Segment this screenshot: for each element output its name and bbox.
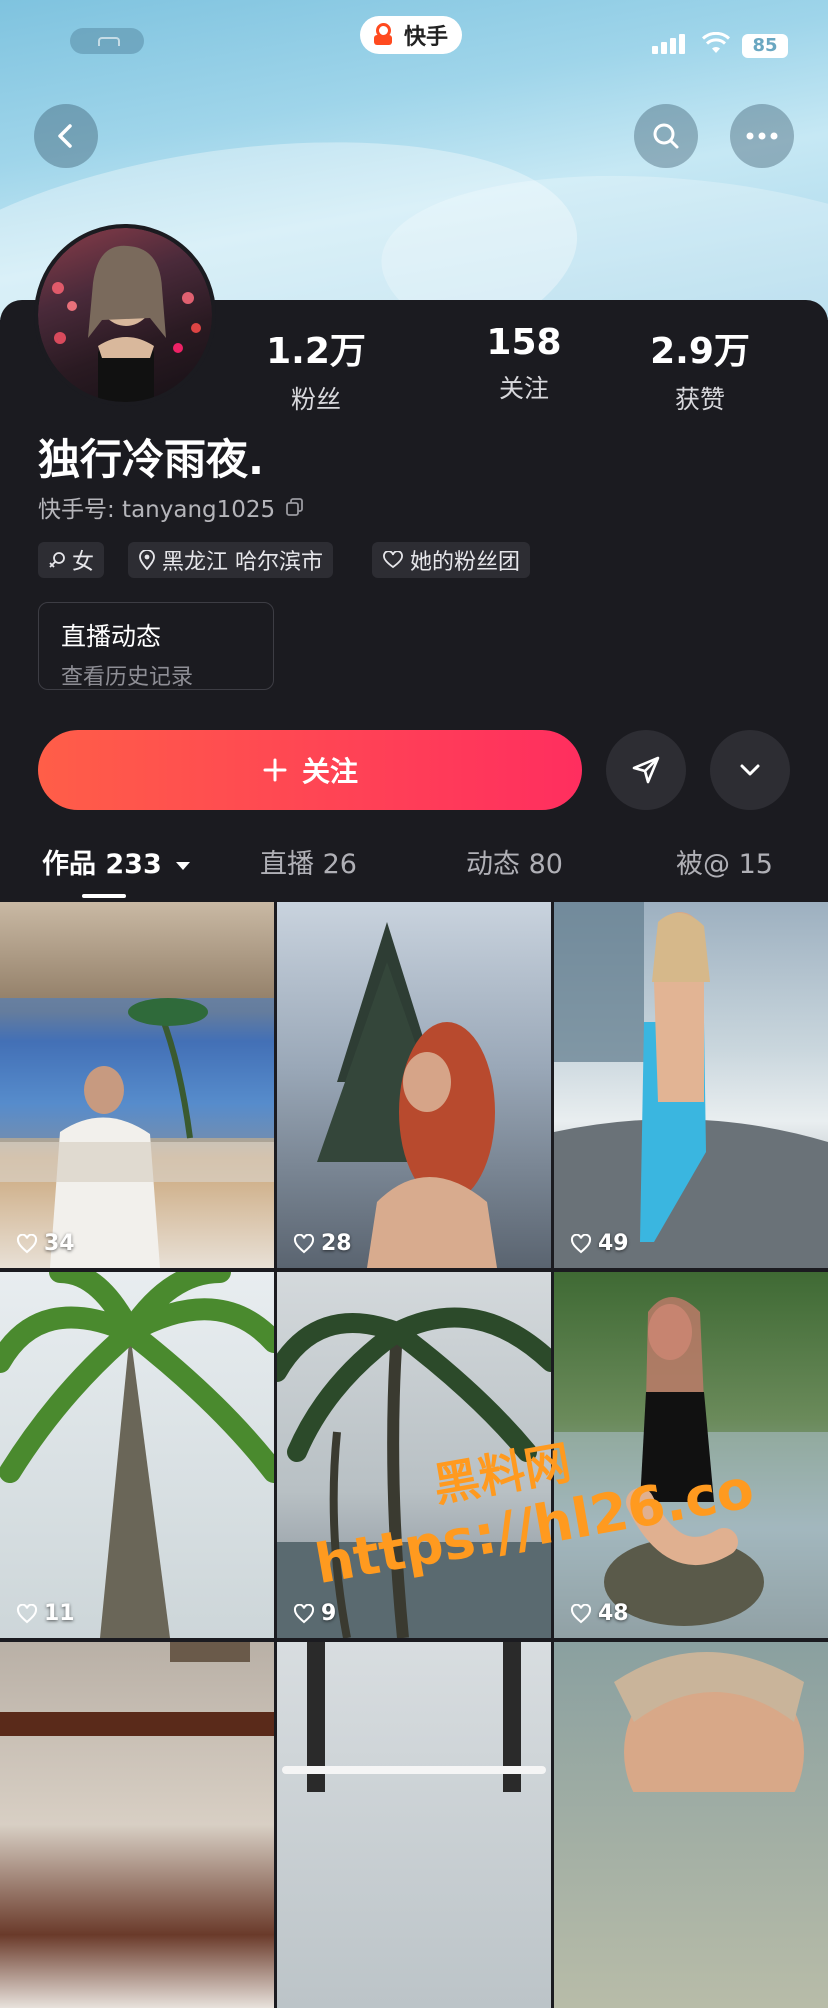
status-bar: 快手 85 [0, 0, 828, 80]
like-count: 28 [293, 1231, 352, 1256]
stat-followers[interactable]: 1.2万 粉丝 [236, 322, 396, 416]
gender-icon [49, 552, 65, 568]
stat-value: 2.9万 [650, 331, 750, 372]
video-thumbnail[interactable]: 34 [0, 902, 274, 1268]
like-value: 49 [598, 1231, 629, 1256]
video-thumbnail[interactable] [277, 1642, 551, 2008]
like-count: 34 [16, 1231, 75, 1256]
share-button[interactable] [606, 730, 686, 810]
heart-icon [16, 1233, 38, 1253]
avatar[interactable] [34, 224, 216, 406]
video-thumbnail[interactable] [0, 1642, 274, 2008]
brand-name: 快手 [404, 25, 449, 50]
content-tabs: 作品 233 直播 26 动态 80 被@ 15 [0, 842, 828, 902]
stat-label: 粉丝 [290, 385, 341, 414]
chevron-down-icon [740, 764, 760, 776]
heart-icon [570, 1233, 592, 1253]
kuaishou-id: 快手号: tanyang1025 [38, 490, 305, 524]
follow-button[interactable]: 关注 [38, 730, 582, 810]
video-thumbnail[interactable]: 28 [277, 902, 551, 1268]
like-value: 48 [598, 1601, 629, 1626]
stat-label: 关注 [498, 374, 549, 403]
wifi-icon [702, 32, 730, 53]
tab-label: 被@ 15 [676, 849, 773, 880]
video-thumbnail[interactable] [554, 1642, 828, 2008]
stat-value: 158 [486, 322, 562, 363]
search-icon [653, 123, 679, 149]
profile-name: 独行冷雨夜. [38, 435, 264, 484]
gender-tag: 女 [38, 542, 105, 578]
heart-badge-icon [383, 551, 403, 569]
caret-down-icon [176, 861, 191, 870]
video-thumbnail[interactable]: 11 [0, 1272, 274, 1638]
send-icon [632, 756, 660, 784]
live-card-subtitle: 查看历史记录 [61, 665, 194, 690]
gender-text: 女 [72, 550, 95, 575]
app-brand-badge: 快手 [360, 16, 463, 54]
heart-icon [570, 1603, 592, 1623]
live-history-card[interactable]: 直播动态 查看历史记录 [38, 602, 274, 690]
like-value: 11 [44, 1601, 75, 1626]
search-button[interactable] [634, 104, 698, 168]
live-card-title: 直播动态 [61, 622, 162, 651]
home-indicator [282, 1766, 546, 1774]
tab-moments[interactable]: 动态 80 [466, 842, 563, 881]
kuaishou-logo-icon [374, 23, 398, 47]
copy-icon[interactable] [285, 497, 305, 517]
tab-label: 直播 26 [260, 849, 357, 880]
chevron-left-icon [58, 124, 72, 148]
more-button[interactable] [730, 104, 794, 168]
stat-likes[interactable]: 2.9万 获赞 [620, 322, 780, 416]
expand-button[interactable] [710, 730, 790, 810]
like-count: 49 [570, 1231, 629, 1256]
location-text: 黑龙江 哈尔滨市 [162, 550, 323, 575]
back-button[interactable] [34, 104, 98, 168]
stat-following[interactable]: 158 关注 [444, 322, 604, 405]
fan-group-text: 她的粉丝团 [410, 550, 521, 575]
video-thumbnail[interactable]: 49 [554, 902, 828, 1268]
plus-icon [263, 758, 287, 782]
stat-label: 获赞 [674, 385, 725, 414]
tab-label: 作品 233 [42, 849, 162, 880]
battery-indicator: 85 [742, 34, 788, 58]
location-tag: 黑龙江 哈尔滨市 [128, 542, 333, 578]
like-count: 11 [16, 1601, 75, 1626]
tab-live[interactable]: 直播 26 [260, 842, 357, 881]
like-value: 34 [44, 1231, 75, 1256]
tab-works[interactable]: 作品 233 [42, 842, 191, 881]
like-count: 48 [570, 1601, 629, 1626]
tab-label: 动态 80 [466, 849, 563, 880]
location-pin-icon [139, 550, 155, 570]
fan-group-tag[interactable]: 她的粉丝团 [372, 542, 531, 578]
heart-icon [293, 1603, 315, 1623]
signal-icon [652, 34, 685, 54]
call-indicator [70, 28, 144, 54]
heart-icon [293, 1233, 315, 1253]
more-dots-icon [746, 132, 778, 140]
follow-label: 关注 [301, 755, 358, 788]
tab-mentions[interactable]: 被@ 15 [676, 842, 773, 881]
kuaishou-id-text: 快手号: tanyang1025 [38, 497, 276, 523]
heart-icon [16, 1603, 38, 1623]
stat-value: 1.2万 [266, 331, 366, 372]
like-value: 28 [321, 1231, 352, 1256]
tab-indicator [82, 894, 126, 898]
